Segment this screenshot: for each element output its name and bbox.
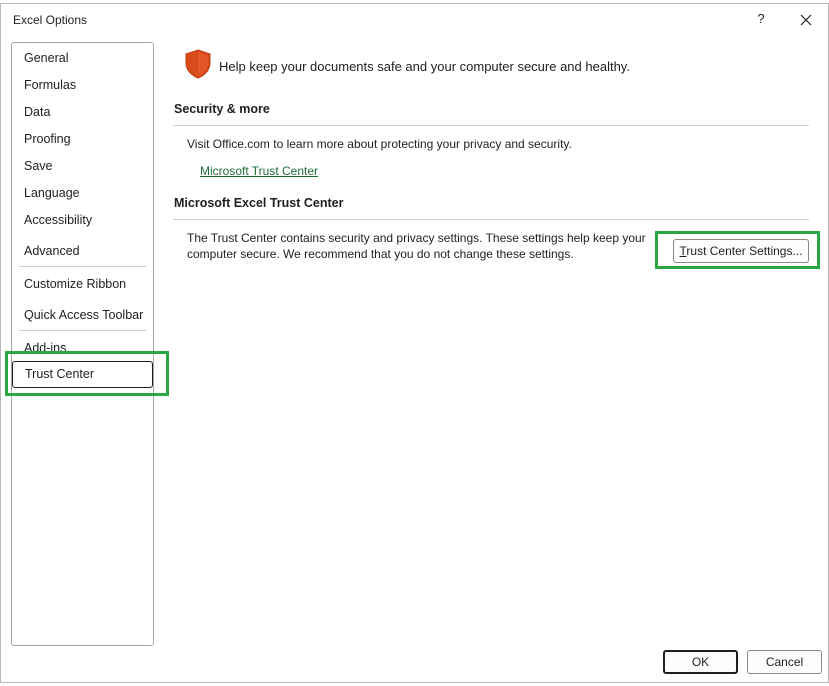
trust-center-section-title: Microsoft Excel Trust Center xyxy=(174,196,344,210)
sidebar-divider xyxy=(19,330,146,331)
sidebar-item-general[interactable]: General xyxy=(24,51,68,65)
close-icon xyxy=(800,14,812,26)
trust-center-settings-button[interactable]: Trust Center Settings... xyxy=(673,239,809,263)
microsoft-trust-center-link[interactable]: Microsoft Trust Center xyxy=(200,164,318,178)
trust-center-description-line1: The Trust Center contains security and p… xyxy=(187,231,646,245)
excel-options-dialog: Excel Options ? General Formulas Data Pr… xyxy=(0,3,829,683)
cancel-button[interactable]: Cancel xyxy=(747,650,822,674)
options-sidebar: General Formulas Data Proofing Save Lang… xyxy=(11,42,154,646)
ok-button[interactable]: OK xyxy=(663,650,738,674)
sidebar-item-add-ins[interactable]: Add-ins xyxy=(24,341,66,355)
sidebar-item-label: Trust Center xyxy=(25,367,95,381)
help-button[interactable]: ? xyxy=(751,11,771,29)
sidebar-item-language[interactable]: Language xyxy=(24,186,80,200)
main-header-text: Help keep your documents safe and your c… xyxy=(219,59,630,74)
shield-icon xyxy=(185,49,211,79)
sidebar-item-advanced[interactable]: Advanced xyxy=(24,244,80,258)
sidebar-item-formulas[interactable]: Formulas xyxy=(24,78,76,92)
sidebar-item-data[interactable]: Data xyxy=(24,105,50,119)
sidebar-item-save[interactable]: Save xyxy=(24,159,53,173)
sidebar-item-trust-center[interactable]: Trust Center xyxy=(12,361,153,388)
security-description: Visit Office.com to learn more about pro… xyxy=(187,137,572,151)
close-button[interactable] xyxy=(794,9,818,31)
sidebar-divider xyxy=(19,266,146,267)
trust-center-description-line2: computer secure. We recommend that you d… xyxy=(187,247,574,261)
section-divider xyxy=(173,125,809,126)
sidebar-item-customize-ribbon[interactable]: Customize Ribbon xyxy=(24,277,126,291)
security-section-title: Security & more xyxy=(174,102,270,116)
sidebar-item-quick-access-toolbar[interactable]: Quick Access Toolbar xyxy=(24,308,143,322)
sidebar-item-accessibility[interactable]: Accessibility xyxy=(24,213,92,227)
main-header: Help keep your documents safe and your c… xyxy=(184,49,684,81)
sidebar-item-proofing[interactable]: Proofing xyxy=(24,132,71,146)
title-bar: Excel Options ? xyxy=(1,4,828,36)
button-label-rest: rust Center Settings... xyxy=(686,244,803,258)
section-divider xyxy=(173,219,809,220)
dialog-title: Excel Options xyxy=(13,13,88,27)
